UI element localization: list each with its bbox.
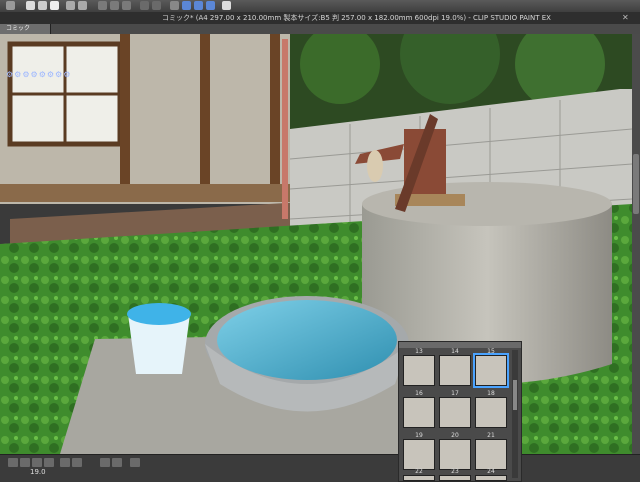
status-bar: 19.0	[0, 454, 640, 481]
open-file-icon[interactable]	[38, 1, 47, 10]
page-thumb[interactable]: 17	[439, 390, 471, 428]
selection-launcher-icons[interactable]: ⚙⚙⚙⚙⚙⚙⚙⚙	[6, 70, 71, 79]
page-thumb[interactable]: 24	[475, 468, 507, 481]
page-number: 20	[451, 432, 459, 439]
help-icon[interactable]	[222, 1, 231, 10]
page-number: 14	[451, 348, 459, 355]
scene-image	[0, 34, 632, 454]
zoom-value[interactable]: 19.0	[30, 468, 46, 476]
clear-icon[interactable]	[110, 1, 119, 10]
page-number: 22	[415, 468, 423, 475]
invert-icon[interactable]	[152, 1, 161, 10]
page-thumb[interactable]: 18	[475, 390, 507, 428]
redo-icon[interactable]	[78, 1, 87, 10]
rotate-icon[interactable]	[44, 458, 54, 467]
app-menu-icon[interactable]	[6, 1, 15, 10]
flip-icon[interactable]	[100, 458, 110, 467]
new-file-icon[interactable]	[26, 1, 35, 10]
page-thumb[interactable]: 16	[403, 390, 435, 428]
zoom-in-icon[interactable]	[72, 458, 82, 467]
tab-comic[interactable]: コミック	[0, 24, 51, 34]
transform-icon[interactable]	[98, 1, 107, 10]
page-number: 15	[487, 348, 495, 355]
window-title: コミック* (A4 297.00 x 210.00mm 製本サイズ:B5 判 2…	[162, 14, 551, 22]
page-thumb[interactable]: 23	[439, 468, 471, 481]
scroll-thumb[interactable]	[633, 154, 639, 214]
page-thumb-selected[interactable]: 15	[473, 348, 509, 388]
panel-scroll-thumb[interactable]	[513, 380, 517, 410]
nav-prev-icon[interactable]	[8, 458, 18, 467]
page-number: 18	[487, 390, 495, 397]
tab-strip	[0, 24, 640, 34]
title-bar: コミック* (A4 297.00 x 210.00mm 製本サイズ:B5 判 2…	[0, 12, 640, 24]
page-number: 19	[415, 432, 423, 439]
page-number: 17	[451, 390, 459, 397]
ruler-snap-icon[interactable]	[182, 1, 191, 10]
page-thumb[interactable]: 13	[403, 348, 435, 386]
page-thumb[interactable]: 21	[475, 432, 507, 470]
selection-icon[interactable]	[140, 1, 149, 10]
page-number: 13	[415, 348, 423, 355]
undo-icon[interactable]	[66, 1, 75, 10]
tab-label: コミック	[6, 25, 31, 32]
panel-scrollbar[interactable]	[512, 350, 518, 478]
reset-icon[interactable]	[112, 458, 122, 467]
save-icon[interactable]	[50, 1, 59, 10]
page-thumbnail-panel: 13 14 15 16 17 18 19 20 21 22 23 24	[398, 341, 522, 482]
view-icon[interactable]	[130, 458, 140, 467]
close-icon[interactable]: ✕	[622, 12, 629, 24]
zoom-out-icon[interactable]	[60, 458, 70, 467]
page-thumb[interactable]: 20	[439, 432, 471, 470]
page-number: 23	[451, 468, 459, 475]
fit-icon[interactable]	[32, 458, 42, 467]
grid-snap-icon[interactable]	[194, 1, 203, 10]
perspective-icon[interactable]	[206, 1, 215, 10]
snap-icon[interactable]	[170, 1, 179, 10]
page-number: 24	[487, 468, 495, 475]
page-thumb[interactable]: 19	[403, 432, 435, 470]
vertical-scrollbar[interactable]	[632, 34, 640, 454]
nav-next-icon[interactable]	[20, 458, 30, 467]
fill-icon[interactable]	[122, 1, 131, 10]
page-number: 21	[487, 432, 495, 439]
page-thumb[interactable]: 14	[439, 348, 471, 386]
page-thumb[interactable]: 22	[403, 468, 435, 481]
canvas-area[interactable]: ⚙⚙⚙⚙⚙⚙⚙⚙	[0, 34, 632, 454]
page-number: 16	[415, 390, 423, 397]
